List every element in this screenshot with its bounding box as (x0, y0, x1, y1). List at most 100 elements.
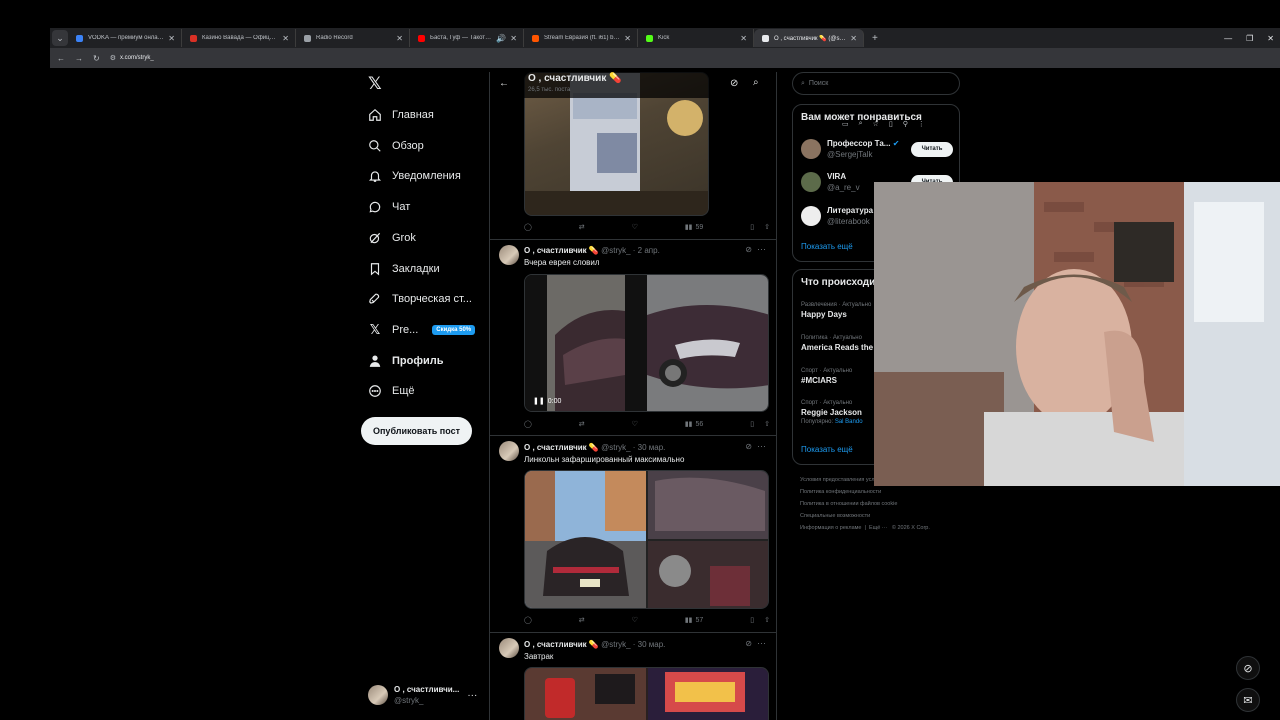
nav-notifications[interactable]: Уведомления (368, 166, 461, 186)
nav-chat[interactable]: Чат (368, 197, 410, 217)
forward-icon[interactable]: → (75, 54, 83, 63)
browser-tab[interactable]: VODKA — премиум онлайн-казино✕ (68, 29, 182, 47)
tab-search-icon[interactable]: ⌄ (52, 30, 68, 46)
nav-more[interactable]: Ещё (368, 381, 415, 401)
tweet-video[interactable]: ❚❚ 0:00 (524, 274, 769, 412)
grok-icon[interactable]: ⊘ (745, 442, 752, 451)
reload-icon[interactable]: ↻ (93, 54, 100, 63)
grok-icon[interactable]: ⊘ (745, 245, 752, 254)
nav-home[interactable]: Главная (368, 105, 434, 125)
nav-creator-studio[interactable]: Творческая ст... (368, 289, 472, 309)
sidebar: 𝕏 Главная Обзор Уведомления Чат Grok Зак… (360, 72, 488, 720)
retweet-icon[interactable]: ⇄ (579, 223, 585, 231)
like-icon[interactable]: ♡ (632, 616, 638, 624)
show-more-link[interactable]: Показать ещё (801, 242, 853, 251)
reply-icon[interactable]: ◯ (524, 616, 532, 624)
tab-close-icon[interactable]: ✕ (510, 34, 517, 43)
search-icon: ⌕ (801, 79, 805, 87)
bookmark-icon[interactable]: ▯ (750, 223, 754, 231)
like-icon[interactable]: ♡ (632, 420, 638, 428)
pause-icon[interactable]: ❚❚ (533, 397, 545, 405)
tweet-actions: ◯ ⇄ ♡ ▮▮ 57 ▯ ⇧ (524, 614, 770, 626)
bookmark-icon[interactable]: ▯ (750, 616, 754, 624)
views-button[interactable]: ▮▮ 59 (684, 223, 704, 232)
tab-close-icon[interactable]: ✕ (740, 34, 747, 43)
reply-icon[interactable]: ◯ (524, 223, 532, 231)
profile-header: ← О , счастливчик 💊 26,5 тыс. поста ⊘ ⌕ (490, 72, 776, 98)
browser-tab[interactable]: Radio Record ✕ (296, 29, 410, 47)
minimize-icon[interactable]: — (1224, 34, 1232, 43)
tab-close-icon[interactable]: ✕ (396, 34, 403, 43)
more-icon (368, 384, 382, 398)
back-arrow-icon[interactable]: ← (499, 78, 509, 89)
account-switcher[interactable]: О , счастливчи... @stryk_ ··· (368, 684, 480, 706)
tweet-image-grid[interactable] (524, 470, 769, 609)
views-icon: ▮▮ (684, 421, 693, 428)
follow-suggestion[interactable]: Профессор Та... ✔ @SergejTalk Читать (801, 138, 953, 160)
browser-tab[interactable]: Stream Евразия (ft. i61) by PHARAOH✕ (524, 29, 638, 47)
tab-close-icon[interactable]: ✕ (168, 34, 175, 43)
nav-profile[interactable]: Профиль (368, 351, 443, 371)
retweet-icon[interactable]: ⇄ (579, 616, 585, 624)
tab-close-icon[interactable]: ✕ (850, 34, 857, 43)
nav-premium[interactable]: 𝕏 Pre... Скидка 50% (368, 320, 476, 340)
browser-tab-strip: ⌄ VODKA — премиум онлайн-казино✕ Казино … (50, 28, 1280, 48)
avatar (801, 139, 821, 159)
share-icon[interactable]: ⇧ (764, 616, 770, 624)
tab-close-icon[interactable]: ✕ (282, 34, 289, 43)
grok-icon[interactable]: ⊘ (730, 78, 738, 89)
show-more-link[interactable]: Показать ещё (801, 445, 853, 454)
site-info-icon[interactable]: ⚙ (110, 54, 116, 62)
post-button[interactable]: Опубликовать пост (361, 417, 472, 445)
search-input[interactable]: ⌕ Поиск (792, 72, 960, 95)
avatar[interactable] (499, 638, 519, 658)
video-time: 0:00 (547, 397, 562, 405)
more-dots-icon[interactable]: ··· (757, 244, 766, 254)
tab-favicon-icon (190, 34, 197, 42)
follow-button[interactable]: Читать (911, 141, 953, 157)
x-logo-icon[interactable]: 𝕏 (368, 75, 384, 92)
search-icon[interactable]: ⌕ (753, 77, 759, 88)
retweet-icon[interactable]: ⇄ (579, 420, 585, 428)
tab-favicon-icon (76, 34, 83, 42)
share-icon[interactable]: ⇧ (764, 420, 770, 428)
new-tab-button[interactable]: + (872, 33, 878, 44)
maximize-icon[interactable]: ❐ (1246, 34, 1253, 43)
more-dots-icon[interactable]: ··· (467, 690, 477, 701)
nav-grok[interactable]: Grok (368, 228, 416, 248)
browser-tab[interactable]: Казино Вавада — Официальный✕ (182, 29, 296, 47)
browser-tab[interactable]: Баста, Гуф — Такот день (Ба🔊✕ (410, 29, 524, 47)
back-icon[interactable]: ← (57, 54, 65, 63)
avatar (801, 206, 821, 226)
tab-audio-icon[interactable]: 🔊 (496, 34, 506, 43)
grok-icon[interactable]: ⊘ (745, 639, 752, 648)
bookmark-icon[interactable]: ▯ (750, 420, 754, 428)
avatar[interactable] (499, 441, 519, 461)
post-count: 26,5 тыс. поста (528, 87, 571, 93)
close-window-icon[interactable]: ✕ (1267, 34, 1274, 43)
address-bar[interactable]: x.com/stryk_ (120, 55, 154, 61)
avatar[interactable] (499, 245, 519, 265)
tweet-text: Завтрак (524, 652, 554, 661)
nav-explore[interactable]: Обзор (368, 136, 424, 156)
views-button[interactable]: ▮▮ 57 (685, 616, 704, 625)
profile-timeline: ← О , счастливчик 💊 26,5 тыс. поста ⊘ ⌕ … (489, 72, 777, 720)
browser-tab-active[interactable]: О , счастливчик 💊 (@stryk_)✕ (754, 29, 864, 47)
tab-close-icon[interactable]: ✕ (624, 34, 631, 43)
views-button[interactable]: ▮▮ 56 (684, 420, 704, 429)
floating-grok-icon[interactable]: ⊘ (1236, 656, 1260, 680)
tab-favicon-icon (532, 34, 539, 42)
views-icon: ▮▮ (684, 224, 693, 231)
more-dots-icon[interactable]: ··· (757, 441, 766, 451)
bookmark-icon (368, 262, 382, 276)
reply-icon[interactable]: ◯ (524, 420, 532, 428)
share-icon[interactable]: ⇧ (764, 223, 770, 231)
browser-tab[interactable]: Kick ✕ (638, 29, 754, 47)
more-dots-icon[interactable]: ··· (757, 638, 766, 648)
nav-bookmarks[interactable]: Закладки (368, 259, 440, 279)
divider (490, 435, 776, 436)
like-icon[interactable]: ♡ (632, 223, 638, 231)
floating-chat-icon[interactable]: ✉ (1236, 688, 1260, 712)
tweet-image-grid[interactable] (524, 667, 769, 720)
search-icon (368, 139, 382, 153)
